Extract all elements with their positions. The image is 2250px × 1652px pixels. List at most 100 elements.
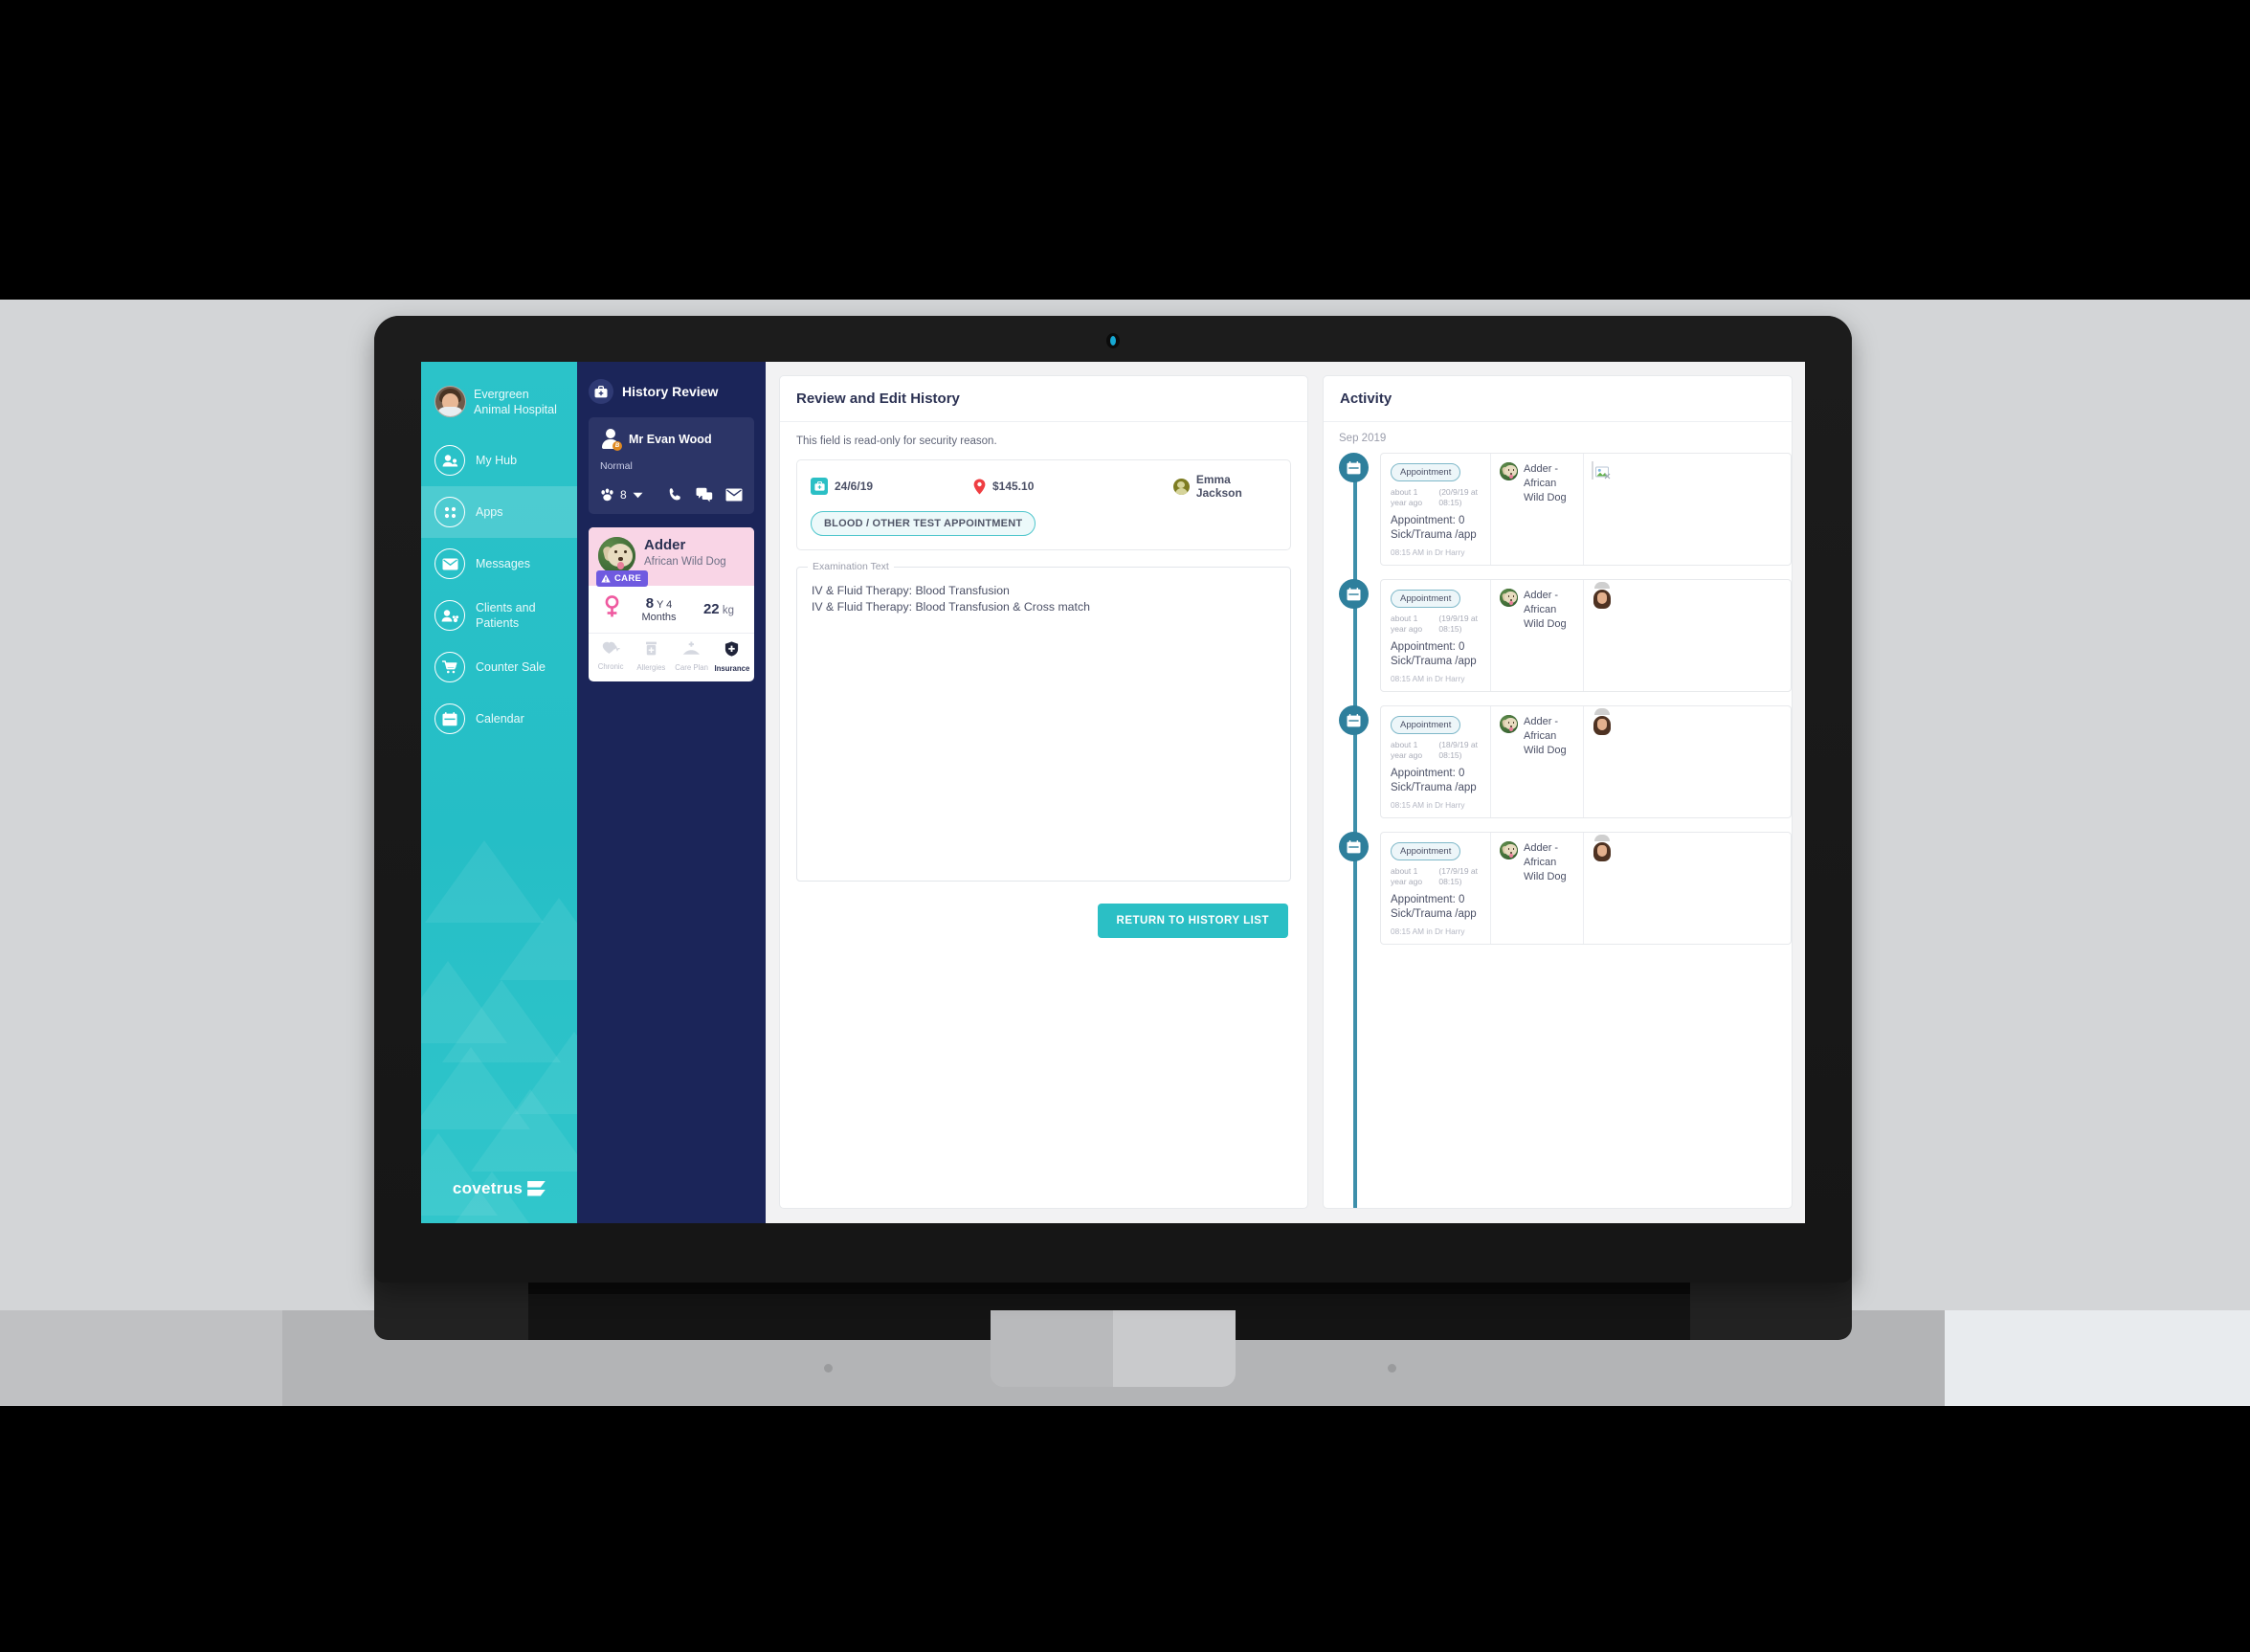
sidebar-item-label: My Hub — [476, 454, 518, 467]
list-item[interactable]: Appointment about 1 year ago (19/9/19 at… — [1339, 579, 1792, 692]
warning-triangle-icon — [601, 574, 611, 583]
sidebar-item-clients-and-patients[interactable]: Clients and Patients — [421, 590, 577, 641]
background-panel-right — [1945, 1310, 2250, 1406]
owner-card[interactable]: B Mr Evan Wood Normal 8 — [589, 417, 754, 514]
calendar-icon — [1339, 832, 1369, 861]
laptop-screen: Evergreen Animal Hospital My Hub Apps Me… — [421, 362, 1805, 1223]
activity-absolute-time: (18/9/19 at 08:15) — [1438, 740, 1479, 760]
activity-staff — [1584, 706, 1791, 817]
visit-staff: Emma Jackson — [1172, 473, 1277, 500]
activity-month-name: Sep — [1339, 433, 1359, 444]
background-foreground — [0, 1406, 2250, 1652]
patient-panel-title: History Review — [622, 384, 719, 399]
activity-item-footer: 08:15 AM in Dr Harry — [1391, 674, 1465, 683]
activity-detail: Appointment about 1 year ago (18/9/19 at… — [1381, 706, 1491, 817]
pet-name: Adder — [644, 537, 686, 553]
owner-badge: B — [613, 441, 622, 451]
visit-price: $145.10 — [973, 479, 1173, 495]
activity-item-footer: 08:15 AM in Dr Harry — [1391, 926, 1465, 936]
activity-pet: Adder - African Wild Dog — [1491, 454, 1584, 565]
pet-flag-allergies[interactable]: Allergies — [631, 641, 671, 673]
org-header[interactable]: Evergreen Animal Hospital — [421, 362, 577, 417]
desk-dot — [824, 1364, 833, 1373]
activity-panel: Activity Sep 2019 Appointment about 1 ye… — [1323, 375, 1793, 1209]
return-to-history-list-button[interactable]: RETURN TO HISTORY LIST — [1097, 904, 1288, 938]
logo-text: covetrus — [452, 1179, 524, 1197]
pet-flag-label: Allergies — [636, 663, 666, 672]
activity-item-title: Appointment: 0 Sick/Trauma /app — [1391, 768, 1477, 793]
calendar-icon — [434, 703, 465, 734]
examination-text-legend: Examination Text — [808, 561, 894, 572]
activity-relative-time: about 1 year ago — [1391, 740, 1423, 760]
pet-avatar — [598, 537, 635, 574]
pet-stats: 8 Y 4 Months 22 kg — [589, 586, 754, 634]
activity-item-title: Appointment: 0 Sick/Trauma /app — [1391, 515, 1477, 541]
sidebar-item-apps[interactable]: Apps — [421, 486, 577, 538]
history-panel-body: This field is read-only for security rea… — [780, 422, 1307, 1208]
scene: Evergreen Animal Hospital My Hub Apps Me… — [0, 0, 2250, 1652]
sidebar-item-my-hub[interactable]: My Hub — [421, 435, 577, 486]
list-item[interactable]: Appointment about 1 year ago (18/9/19 at… — [1339, 705, 1792, 818]
activity-relative-time: about 1 year ago — [1391, 487, 1423, 507]
pet-flag-care-plan[interactable]: Care Plan — [672, 641, 712, 673]
sidebar-item-calendar[interactable]: Calendar — [421, 693, 577, 745]
calendar-icon — [1339, 705, 1369, 735]
sidebar-item-label: Apps — [476, 505, 503, 519]
pet-flag-insurance[interactable]: Insurance — [712, 641, 752, 673]
shield-plus-icon — [725, 641, 739, 657]
pet-avatar — [1500, 841, 1518, 859]
status-badge: Appointment — [1391, 716, 1461, 734]
activity-meta: about 1 year ago (17/9/19 at 08:15) — [1391, 866, 1482, 887]
list-item[interactable]: Appointment about 1 year ago (17/9/19 at… — [1339, 832, 1792, 945]
activity-detail: Appointment about 1 year ago (19/9/19 at… — [1381, 580, 1491, 691]
phone-icon[interactable] — [668, 487, 683, 502]
medical-bag-icon — [589, 379, 613, 404]
visit-date: 24/6/19 — [811, 478, 973, 495]
pet-avatar — [1500, 589, 1518, 607]
activity-relative-time: about 1 year ago — [1391, 866, 1423, 886]
pet-flag-label: Chronic — [597, 662, 624, 671]
covetrus-logo: covetrus — [421, 1179, 577, 1198]
history-panel: Review and Edit History This field is re… — [779, 375, 1308, 1209]
application-window: Evergreen Animal Hospital My Hub Apps Me… — [421, 362, 1805, 1223]
patient-panel: History Review B Mr Evan Wood Normal 8 A… — [577, 362, 766, 1223]
user-hub-icon — [434, 445, 465, 476]
activity-item-footer: 08:15 AM in Dr Harry — [1391, 800, 1465, 810]
email-icon[interactable] — [725, 488, 743, 502]
pet-flags: Chronic Allergies Care Plan Insurance — [589, 634, 754, 681]
sidebar-item-counter-sale[interactable]: Counter Sale — [421, 641, 577, 693]
activity-absolute-time: (17/9/19 at 08:15) — [1438, 866, 1479, 886]
activity-pet-name: Adder - African Wild Dog — [1524, 842, 1567, 882]
avatar — [434, 386, 466, 417]
activity-absolute-time: (20/9/19 at 08:15) — [1438, 487, 1479, 507]
activity-pet-name: Adder - African Wild Dog — [1524, 463, 1567, 503]
pet-card[interactable]: Adder African Wild Dog CARE 8 Y 4 Months… — [589, 527, 754, 681]
hand-care-icon — [682, 641, 701, 655]
pet-flag-chronic[interactable]: Chronic — [590, 641, 631, 673]
pet-weight-unit: kg — [722, 605, 735, 616]
pet-card-header: Adder African Wild Dog CARE — [589, 527, 754, 587]
activity-body[interactable]: Sep 2019 Appointment about 1 year ago (2… — [1324, 422, 1792, 1208]
envelope-icon — [434, 548, 465, 579]
activity-pet: Adder - African Wild Dog — [1491, 833, 1584, 944]
activity-item-footer: 08:15 AM in Dr Harry — [1391, 547, 1465, 557]
activity-card: Appointment about 1 year ago (17/9/19 at… — [1380, 832, 1792, 945]
activity-meta: about 1 year ago (19/9/19 at 08:15) — [1391, 614, 1482, 635]
care-badge: CARE — [596, 570, 649, 587]
appointment-type-tag[interactable]: BLOOD / OTHER TEST APPOINTMENT — [811, 511, 1036, 536]
logo-mark-icon — [527, 1180, 546, 1197]
activity-detail: Appointment about 1 year ago (17/9/19 at… — [1381, 833, 1491, 944]
chat-icon[interactable] — [696, 487, 713, 502]
examination-text-field[interactable]: Examination Text IV & Fluid Therapy: Blo… — [796, 561, 1291, 882]
background-panel-left — [0, 1310, 282, 1406]
activity-staff — [1584, 454, 1791, 565]
list-item[interactable]: Appointment about 1 year ago (20/9/19 at… — [1339, 453, 1792, 566]
activity-detail: Appointment about 1 year ago (20/9/19 at… — [1381, 454, 1491, 565]
sidebar-item-messages[interactable]: Messages — [421, 538, 577, 590]
decorative-triangle — [500, 898, 577, 980]
activity-pet-name: Adder - African Wild Dog — [1524, 590, 1567, 630]
activity-item-title: Appointment: 0 Sick/Trauma /app — [1391, 641, 1477, 667]
visit-summary: 24/6/19 $145.10 Emma Jackson BLOOD / OTH… — [796, 459, 1291, 550]
pet-flag-label: Insurance — [714, 664, 750, 673]
pet-count-dropdown[interactable]: 8 — [600, 488, 643, 502]
